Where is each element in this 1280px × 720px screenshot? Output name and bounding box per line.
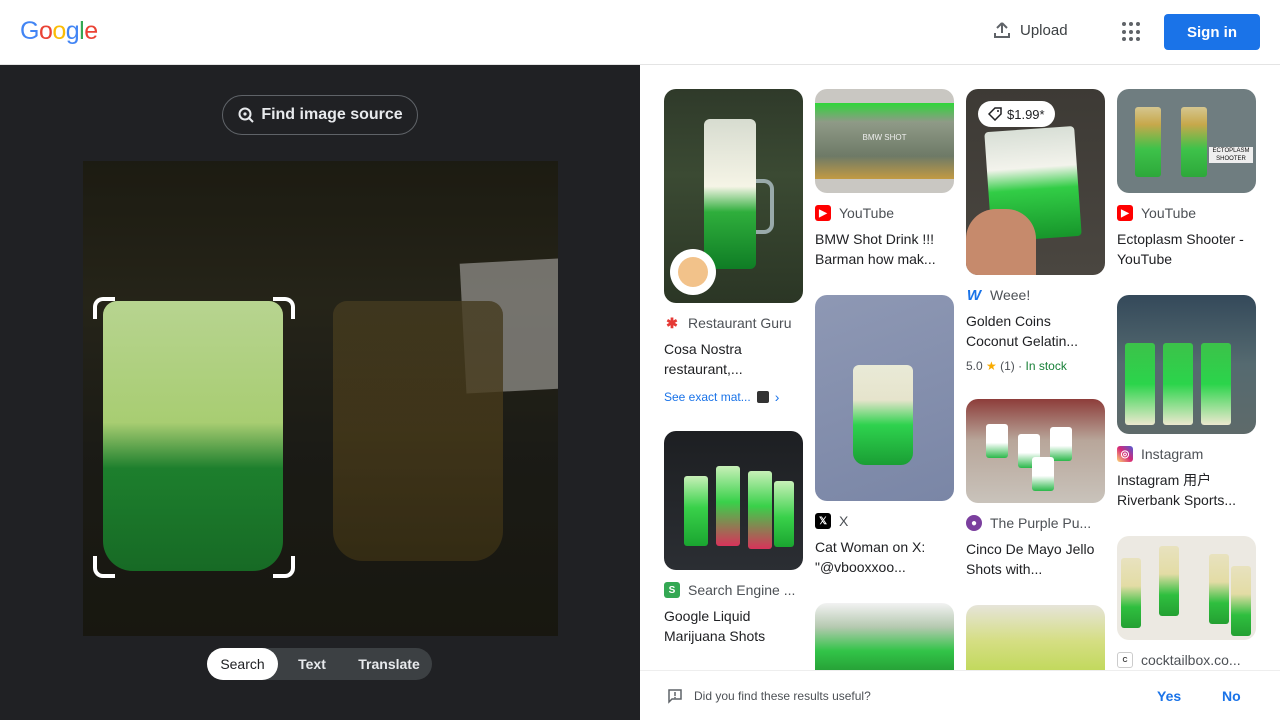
results-column: ✱ Restaurant Guru Cosa Nostra restaurant… — [664, 89, 803, 670]
tab-search[interactable]: Search — [207, 648, 278, 680]
feedback-bar: Did you find these results useful? Yes N… — [640, 670, 1280, 720]
price-tag-icon — [988, 107, 1002, 121]
logo-letter: o — [38, 17, 53, 45]
result-source: X — [839, 513, 849, 529]
tab-translate[interactable]: Translate — [346, 648, 432, 680]
result-card[interactable]: BMW SHOT ▶ YouTube BMW Shot Drink !!! Ba… — [815, 89, 954, 269]
result-card[interactable]: $1.99* W Weee! Golden Coins Coconut Gela… — [966, 89, 1105, 373]
feedback-icon — [668, 689, 682, 704]
lens-search-icon — [238, 107, 255, 123]
youtube-icon: ▶ — [815, 205, 831, 221]
crop-handle-top-right[interactable] — [273, 297, 295, 319]
crop-handle-bottom-right[interactable] — [273, 556, 295, 578]
query-image — [83, 161, 558, 636]
rating-value: 5.0 — [966, 359, 983, 373]
result-title: Cinco De Mayo Jello Shots with... — [966, 541, 1095, 577]
feedback-no-button[interactable]: No — [1222, 688, 1241, 704]
logo-letter: o — [52, 17, 66, 45]
result-source: cocktailbox.co... — [1141, 652, 1241, 668]
result-card[interactable]: ◎ Instagram Instagram 用户 Riverbank Sport… — [1117, 295, 1256, 510]
result-source: Restaurant Guru — [688, 315, 792, 331]
results-column: BMW SHOT ▶ YouTube BMW Shot Drink !!! Ba… — [815, 89, 954, 670]
thumb-overlay-text: ECTOPLASM SHOOTER — [1209, 147, 1253, 163]
feedback-question: Did you find these results useful? — [694, 689, 871, 703]
result-card[interactable] — [815, 603, 954, 670]
price-badge: $1.99* — [978, 101, 1055, 127]
apps-grid-icon[interactable] — [1122, 22, 1142, 42]
star-icon: ★ — [986, 359, 997, 373]
logo-letter: g — [65, 17, 80, 45]
rating-stock-row: 5.0 ★ (1) · In stock — [966, 359, 1067, 373]
result-source: YouTube — [839, 205, 895, 221]
image-preview-panel: Find image source Search Text Translate — [0, 65, 640, 720]
thumb-overlay-text: BMW SHOT — [862, 133, 907, 142]
result-thumbnail[interactable] — [966, 605, 1105, 670]
result-card[interactable]: 𝕏 X Cat Woman on X: "@vbooxxoo... — [815, 295, 954, 577]
result-source: Search Engine ... — [688, 582, 796, 598]
result-card[interactable]: C cocktailbox.co... — [1117, 536, 1256, 670]
crop-handle-bottom-left[interactable] — [93, 556, 115, 578]
result-title: Cosa Nostra restaurant,... — [664, 341, 743, 377]
result-card[interactable] — [966, 605, 1105, 670]
result-title: Ectoplasm Shooter - YouTube — [1117, 231, 1244, 267]
stock-status: In stock — [1025, 359, 1067, 373]
visual-matches-panel: ✱ Restaurant Guru Cosa Nostra restaurant… — [640, 65, 1280, 670]
cocktailbox-icon: C — [1117, 652, 1133, 668]
result-title: Golden Coins Coconut Gelatin... — [966, 313, 1079, 349]
result-thumbnail[interactable] — [815, 295, 954, 501]
review-count: (1) — [1000, 359, 1015, 373]
result-thumbnail[interactable] — [664, 431, 803, 570]
exact-match-thumb-icon — [756, 391, 769, 403]
logo-letter: e — [84, 17, 98, 45]
see-exact-label: See exact mat... — [664, 390, 751, 404]
result-source: The Purple Pu... — [990, 515, 1092, 531]
result-title: Google Liquid Marijuana Shots — [664, 608, 766, 644]
instagram-icon: ◎ — [1117, 446, 1133, 462]
result-title: BMW Shot Drink !!! Barman how mak... — [815, 231, 936, 267]
result-source: Weee! — [990, 287, 1031, 303]
result-source: YouTube — [1141, 205, 1197, 221]
result-card[interactable]: ✱ Restaurant Guru Cosa Nostra restaurant… — [664, 89, 803, 405]
chevron-right-icon: › — [774, 389, 780, 405]
mode-tabs: Search Text Translate — [207, 648, 432, 680]
logo-letter: G — [20, 17, 39, 45]
find-image-source-label: Find image source — [261, 106, 403, 123]
result-source: Instagram — [1141, 446, 1204, 462]
results-column: $1.99* W Weee! Golden Coins Coconut Gela… — [966, 89, 1105, 670]
purple-pumpkin-icon: ● — [966, 515, 982, 531]
google-logo[interactable]: Google — [20, 17, 98, 46]
result-thumbnail[interactable]: $1.99* — [966, 89, 1105, 275]
crop-selection[interactable] — [97, 301, 291, 576]
result-thumbnail[interactable] — [815, 603, 954, 670]
result-title: Instagram 用户 Riverbank Sports... — [1117, 472, 1237, 508]
x-icon: 𝕏 — [815, 513, 831, 529]
result-title: Cat Woman on X: "@vbooxxoo... — [815, 539, 926, 575]
upload-button[interactable]: Upload — [992, 20, 1068, 40]
sign-in-button[interactable]: Sign in — [1164, 14, 1260, 50]
tab-text[interactable]: Text — [278, 648, 346, 680]
upload-icon — [994, 22, 1010, 38]
result-card[interactable]: ECTOPLASM SHOOTER ▶ YouTube Ectoplasm Sh… — [1117, 89, 1256, 269]
result-thumbnail[interactable] — [966, 399, 1105, 503]
feedback-yes-button[interactable]: Yes — [1157, 688, 1181, 704]
upload-label: Upload — [1020, 21, 1068, 39]
see-exact-matches-link[interactable]: See exact mat... › — [664, 389, 803, 405]
top-header: Google Upload Sign in — [0, 0, 1280, 65]
result-thumbnail[interactable]: ECTOPLASM SHOOTER — [1117, 89, 1256, 193]
result-thumbnail[interactable] — [1117, 536, 1256, 640]
search-engine-icon: S — [664, 582, 680, 598]
price-value: $1.99* — [1007, 106, 1045, 122]
result-card[interactable]: S Search Engine ... Google Liquid Mariju… — [664, 431, 803, 646]
crop-handle-top-left[interactable] — [93, 297, 115, 319]
results-column: ECTOPLASM SHOOTER ▶ YouTube Ectoplasm Sh… — [1117, 89, 1256, 670]
find-image-source-button[interactable]: Find image source — [222, 95, 418, 135]
restaurant-guru-icon: ✱ — [664, 315, 680, 331]
result-thumbnail[interactable]: BMW SHOT — [815, 89, 954, 193]
youtube-icon: ▶ — [1117, 205, 1133, 221]
weee-icon: W — [966, 286, 982, 304]
result-card[interactable]: ● The Purple Pu... Cinco De Mayo Jello S… — [966, 399, 1105, 579]
result-thumbnail[interactable] — [664, 89, 803, 303]
result-thumbnail[interactable] — [1117, 295, 1256, 434]
